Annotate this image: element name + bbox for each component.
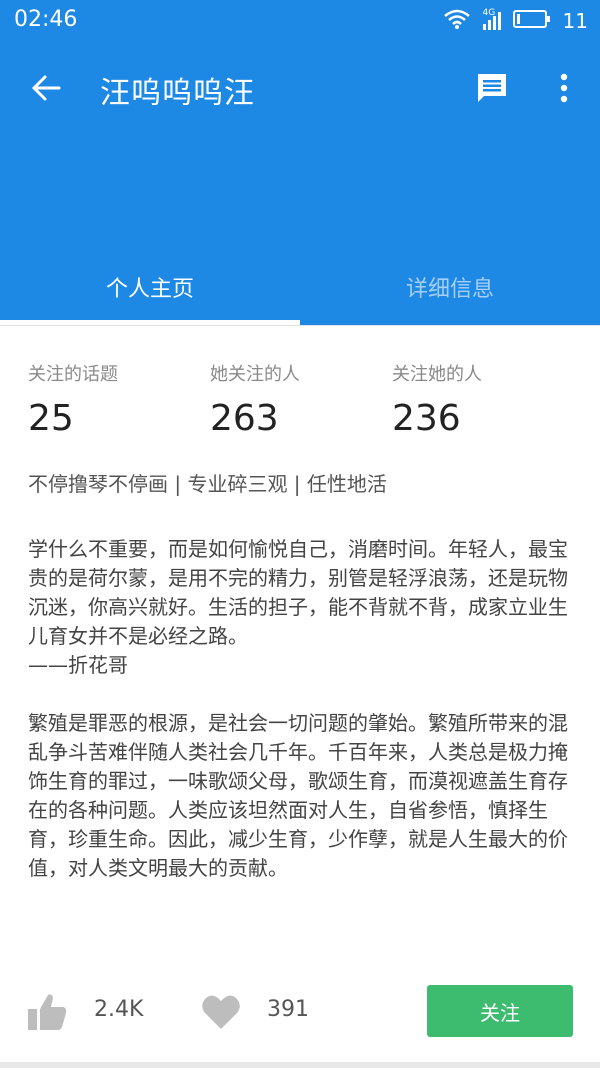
page-title: 汪呜呜呜汪 — [100, 76, 255, 111]
battery-icon — [512, 9, 551, 33]
message-button[interactable] — [468, 66, 516, 114]
bio-paragraph: 学什么不重要，而是如何愉悦自己，消磨时间。年轻人，最宝贵的是荷尔蒙，是用不完的精… — [28, 537, 568, 677]
bottom-divider — [0, 1062, 600, 1068]
status-time: 02:46 — [14, 7, 78, 32]
profile-headline: 不停撸琴不停画 | 专业碎三观 | 任性地活 — [28, 472, 387, 496]
thumbs-up-icon[interactable] — [26, 991, 68, 1033]
heart-icon[interactable] — [200, 991, 242, 1033]
stat-topics[interactable]: 关注的话题 25 — [28, 360, 210, 439]
like-count: 2.4K — [94, 997, 144, 1022]
tab-bar: 个人主页 详细信息 — [0, 248, 600, 325]
toolbar: 汪呜呜呜汪 — [0, 42, 600, 138]
stat-value: 236 — [392, 398, 461, 439]
stat-label: 她关注的人 — [210, 364, 300, 385]
back-arrow-icon — [31, 75, 61, 105]
battery-level: 11 — [562, 9, 588, 33]
stat-label: 关注的话题 — [28, 364, 118, 385]
wifi-icon — [443, 8, 471, 34]
thanks-count: 391 — [267, 997, 309, 1022]
action-bar: 2.4K 391 关注 — [0, 983, 600, 1039]
stat-label: 关注她的人 — [392, 364, 482, 385]
stat-following[interactable]: 她关注的人 263 — [210, 360, 392, 439]
profile-header: 02:46 4G 11 汪呜呜呜汪 个人主页 详细信息 — [0, 0, 600, 325]
message-icon — [475, 72, 509, 108]
network-type: 4G — [482, 8, 496, 18]
status-bar: 02:46 4G 11 — [0, 0, 600, 42]
stat-value: 263 — [210, 398, 279, 439]
signal-icon: 4G — [482, 8, 501, 30]
bio-paragraph: 繁殖是罪恶的根源，是社会一切问题的肇始。繁殖所带来的混乱争斗苦难伴随人类社会几千… — [28, 711, 568, 880]
tab-label: 详细信息 — [405, 276, 494, 302]
profile-bio: 学什么不重要，而是如何愉悦自己，消磨时间。年轻人，最宝贵的是荷尔蒙，是用不完的精… — [28, 535, 573, 912]
profile-content: 关注的话题 25 她关注的人 263 关注她的人 236 不停撸琴不停画 | 专… — [0, 325, 600, 1068]
tab-details[interactable]: 详细信息 — [300, 248, 600, 325]
tab-profile[interactable]: 个人主页 — [0, 248, 300, 325]
more-vert-icon — [559, 73, 569, 107]
status-icons: 4G 11 — [443, 6, 588, 36]
back-button[interactable] — [22, 66, 70, 114]
stat-value: 25 — [28, 398, 74, 439]
follow-button[interactable]: 关注 — [427, 985, 573, 1037]
tab-label: 个人主页 — [105, 276, 194, 302]
stat-followers[interactable]: 关注她的人 236 — [392, 360, 574, 439]
more-button[interactable] — [540, 66, 588, 114]
stats-row: 关注的话题 25 她关注的人 263 关注她的人 236 — [28, 360, 574, 439]
